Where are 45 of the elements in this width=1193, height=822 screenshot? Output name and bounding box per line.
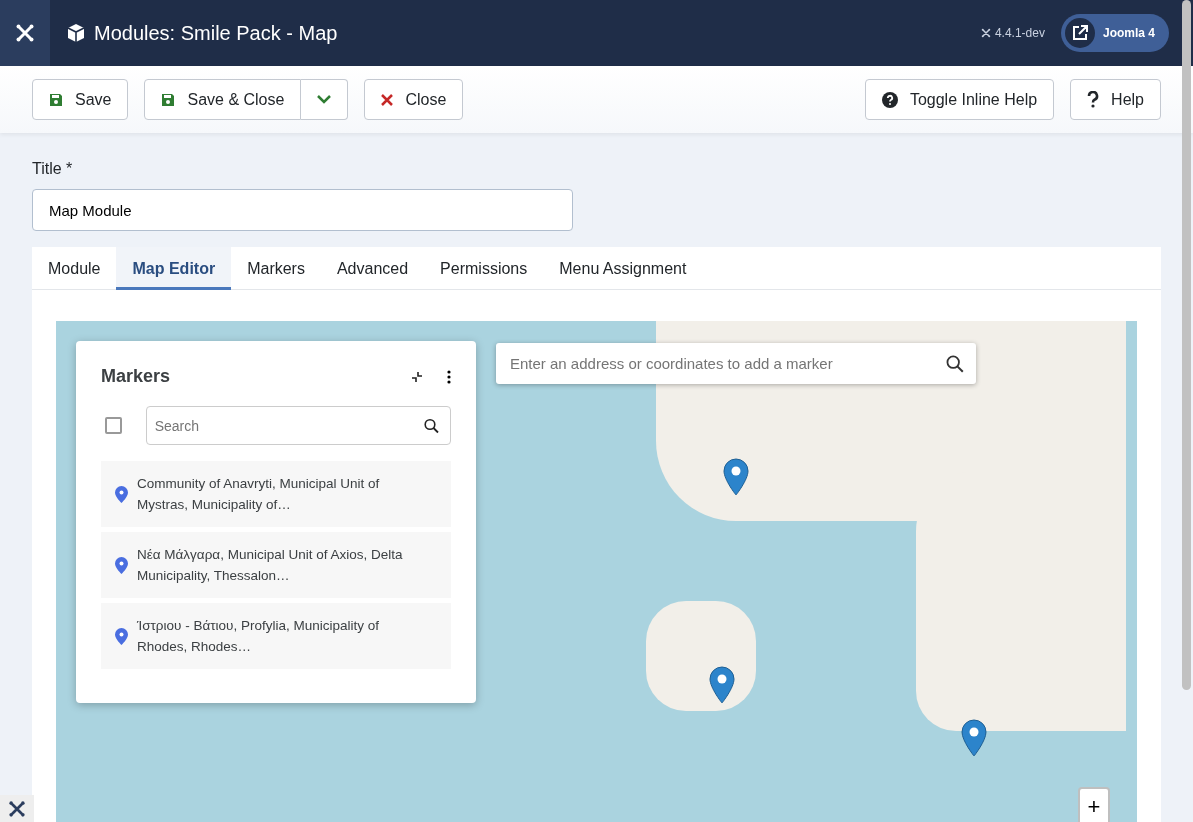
- save-button[interactable]: Save: [32, 79, 129, 120]
- map-pin-icon: [115, 627, 128, 645]
- scrollbar[interactable]: [1182, 0, 1191, 690]
- title-label: Title *: [32, 159, 74, 179]
- title-input[interactable]: Map Module: [32, 189, 573, 231]
- map-pin-icon: [115, 556, 128, 574]
- tab[interactable]: Permissions: [424, 247, 544, 290]
- more-options-icon[interactable]: [447, 369, 451, 384]
- address-search-field[interactable]: Enter an address or coordinates to add a marker: [496, 343, 976, 384]
- tab[interactable]: Advanced: [320, 247, 425, 290]
- map-marker-icon[interactable]: [709, 666, 735, 704]
- external-link-icon: [1071, 25, 1088, 41]
- help-button[interactable]: Help: [1070, 79, 1161, 120]
- version-label: 4.4.1-dev: [994, 25, 1045, 42]
- marker-address: Νέα Μάλγαρα, Municipal Unit of Axios, Delta Municipality, Thessalon…: [137, 546, 404, 585]
- marker-address: Community of Anavryti, Municipal Unit of Mystras, Municipality of…: [137, 475, 381, 514]
- tab[interactable]: Module: [32, 247, 117, 290]
- tab[interactable]: Menu Assignment: [543, 247, 703, 290]
- inline-help-button[interactable]: Toggle Inline Help: [864, 79, 1055, 120]
- marker-address: Ίστριου - Βάτιου, Profylia, Municipality of Rhodes, Rhodes…: [137, 617, 380, 656]
- tab[interactable]: Markers: [231, 247, 321, 290]
- dropdown-toggle[interactable]: [301, 79, 349, 120]
- marker-list-item[interactable]: Ίστριου - Βάτιου, Profylia, Municipality of Rhodes, Rhodes…: [101, 603, 451, 669]
- close-icon: [381, 93, 394, 106]
- zoom-in-button[interactable]: +: [1078, 787, 1110, 822]
- select-all-checkbox[interactable]: [105, 417, 122, 434]
- collapse-icon[interactable]: [411, 370, 423, 383]
- panel-title: Markers: [101, 365, 171, 388]
- search-icon: [424, 418, 439, 433]
- close-button[interactable]: Close: [364, 79, 464, 120]
- search-field[interactable]: Search: [145, 406, 451, 445]
- tab[interactable]: Map Editor: [116, 247, 232, 290]
- page-title: Modules: Smile Pack - Map: [94, 21, 338, 46]
- chevron-down-icon: [317, 95, 332, 104]
- search-icon: [946, 354, 964, 373]
- cube-icon: [66, 23, 86, 43]
- map-marker-icon[interactable]: [961, 719, 987, 757]
- help-icon: [1087, 91, 1100, 108]
- save-close-button[interactable]: Save & Close: [144, 79, 302, 120]
- marker-list-item[interactable]: Νέα Μάλγαρα, Municipal Unit of Axios, Delta Municipality, Thessalon…: [101, 532, 451, 598]
- map-pin-icon: [115, 485, 128, 503]
- site-link[interactable]: Joomla 4: [1060, 14, 1169, 52]
- map-marker-icon[interactable]: [723, 458, 749, 496]
- marker-list-item[interactable]: Community of Anavryti, Municipal Unit of Mystras, Municipality of…: [101, 461, 451, 527]
- help-icon: [881, 91, 898, 108]
